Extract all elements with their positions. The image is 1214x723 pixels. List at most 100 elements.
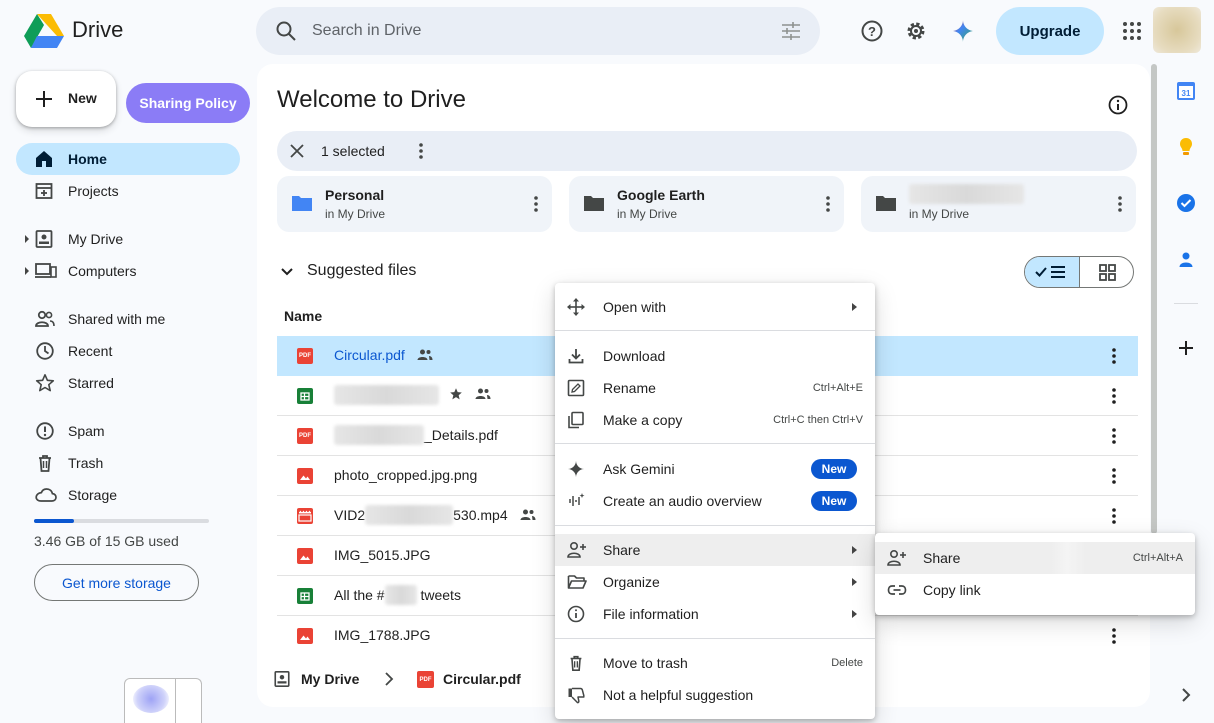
- my-drive-icon: [35, 229, 53, 249]
- list-view-button[interactable]: [1025, 257, 1080, 287]
- spam-icon: [35, 421, 55, 441]
- sidebar-item-trash[interactable]: Trash: [16, 447, 240, 479]
- keep-bulb-icon[interactable]: [1174, 135, 1198, 159]
- settings-gear-icon[interactable]: [904, 19, 928, 43]
- copy-icon: [567, 411, 585, 429]
- sidebar-item-starred[interactable]: Starred: [16, 367, 240, 399]
- menu-item-move-to-trash[interactable]: Move to trash Delete: [555, 647, 875, 679]
- drive-logo-icon[interactable]: [24, 14, 64, 48]
- folder-card[interactable]: in My Drive: [861, 176, 1136, 232]
- account-avatar[interactable]: [1153, 7, 1201, 53]
- more-vert-icon[interactable]: [1110, 346, 1118, 366]
- folder-card[interactable]: Personal in My Drive: [277, 176, 552, 232]
- column-header-name[interactable]: Name: [284, 308, 322, 324]
- submenu-item-copy-link[interactable]: Copy link: [875, 574, 1195, 606]
- selection-count: 1 selected: [321, 143, 385, 159]
- search-bar[interactable]: [256, 7, 820, 55]
- folder-location: in My Drive: [325, 207, 386, 221]
- search-input[interactable]: [312, 19, 752, 43]
- menu-item-open-with[interactable]: Open with: [555, 291, 875, 323]
- menu-item-label: Download: [603, 348, 666, 364]
- calendar-icon[interactable]: 31: [1174, 79, 1198, 103]
- chevron-right-icon: [381, 671, 397, 687]
- menu-item-make-a-copy[interactable]: Make a copy Ctrl+C then Ctrl+V: [555, 404, 875, 436]
- menu-item-label: File information: [603, 606, 699, 622]
- sidebar-item-recent[interactable]: Recent: [16, 335, 240, 367]
- sharing-policy-button[interactable]: Sharing Policy: [126, 83, 250, 123]
- selection-bar: 1 selected: [277, 131, 1137, 171]
- sidebar-item-storage[interactable]: Storage: [16, 479, 240, 511]
- expand-caret-icon[interactable]: [25, 267, 29, 275]
- menu-item-not-helpful[interactable]: Not a helpful suggestion: [555, 679, 875, 711]
- contacts-person-icon[interactable]: [1174, 247, 1198, 271]
- folder-icon: [875, 194, 897, 212]
- sidebar-item-my-drive[interactable]: My Drive: [16, 223, 240, 255]
- tasks-check-icon[interactable]: [1174, 191, 1198, 215]
- share-submenu: Share Ctrl+Alt+A Copy link: [875, 533, 1195, 615]
- menu-item-download[interactable]: Download: [555, 340, 875, 372]
- gemini-icon[interactable]: [951, 19, 975, 43]
- plus-icon: [32, 87, 56, 111]
- more-vert-icon[interactable]: [532, 194, 540, 214]
- folder-name: Google Earth: [617, 187, 705, 203]
- sidebar-item-shared-with-me[interactable]: Shared with me: [16, 303, 240, 335]
- add-addon-plus-icon[interactable]: [1174, 336, 1198, 360]
- get-more-storage-button[interactable]: Get more storage: [34, 564, 199, 601]
- sidebar-item-label: Shared with me: [68, 311, 166, 327]
- menu-item-organize[interactable]: Organize: [555, 566, 875, 598]
- details-info-icon[interactable]: [1107, 94, 1129, 116]
- file-name-redacted: [334, 385, 491, 405]
- app-title[interactable]: Drive: [72, 17, 123, 43]
- more-vert-icon[interactable]: [1110, 466, 1118, 486]
- chevron-down-icon[interactable]: [279, 264, 295, 280]
- menu-item-ask-gemini[interactable]: Ask Gemini New: [555, 453, 875, 485]
- menu-item-file-information[interactable]: File information: [555, 598, 875, 630]
- image-file-icon: [297, 548, 313, 564]
- menu-item-share[interactable]: Share: [555, 534, 875, 566]
- breadcrumb-my-drive[interactable]: My Drive: [301, 671, 359, 687]
- computers-icon: [35, 261, 57, 281]
- menu-item-label: Share: [923, 550, 961, 566]
- file-name: VID2 530.mp4: [334, 505, 536, 525]
- folder-card[interactable]: Google Earth in My Drive: [569, 176, 844, 232]
- shared-people-icon: [35, 309, 55, 329]
- breadcrumb-file[interactable]: Circular.pdf: [443, 671, 521, 687]
- file-name: photo_cropped.jpg.png: [334, 467, 478, 483]
- more-vert-icon[interactable]: [1116, 194, 1124, 214]
- download-icon: [567, 347, 585, 365]
- sidebar-item-projects[interactable]: Projects: [16, 175, 240, 207]
- submenu-arrow-icon: [852, 610, 857, 618]
- sidebar-item-label: Starred: [68, 375, 114, 391]
- menu-item-create-audio-overview[interactable]: Create an audio overview New: [555, 485, 875, 517]
- pdf-file-icon: PDF: [297, 428, 313, 444]
- upgrade-button[interactable]: Upgrade: [996, 7, 1104, 55]
- main-scrollbar[interactable]: [1151, 64, 1157, 534]
- menu-item-label: Ask Gemini: [603, 461, 675, 477]
- more-vert-icon[interactable]: [1110, 626, 1118, 646]
- menu-item-rename[interactable]: Rename Ctrl+Alt+E: [555, 372, 875, 404]
- new-button[interactable]: New: [16, 71, 116, 127]
- storage-usage-bar: [34, 519, 209, 523]
- more-vert-icon[interactable]: [824, 194, 832, 214]
- sidebar-item-home[interactable]: Home: [16, 143, 240, 175]
- expand-caret-icon[interactable]: [25, 235, 29, 243]
- submenu-item-share[interactable]: Share Ctrl+Alt+A: [875, 542, 1195, 574]
- help-icon[interactable]: ?: [860, 19, 884, 43]
- trash-icon: [567, 654, 585, 672]
- folder-icon: [291, 194, 313, 212]
- more-vert-icon[interactable]: [1110, 386, 1118, 406]
- more-vert-icon[interactable]: [1110, 426, 1118, 446]
- sidebar-item-computers[interactable]: Computers: [16, 255, 240, 287]
- clear-selection-close-icon[interactable]: [289, 143, 305, 159]
- link-icon: [887, 581, 907, 599]
- grid-view-button[interactable]: [1080, 257, 1133, 287]
- search-icon[interactable]: [274, 19, 298, 43]
- sidebar-item-spam[interactable]: Spam: [16, 415, 240, 447]
- more-vert-icon[interactable]: [1110, 506, 1118, 526]
- apps-grid-icon[interactable]: [1120, 19, 1144, 43]
- search-options-icon[interactable]: [780, 20, 802, 42]
- view-toggle[interactable]: [1024, 256, 1134, 288]
- chevron-right-icon[interactable]: [1174, 683, 1198, 707]
- menu-item-shortcut: Ctrl+Alt+A: [1132, 552, 1183, 564]
- more-vert-icon[interactable]: [417, 141, 425, 161]
